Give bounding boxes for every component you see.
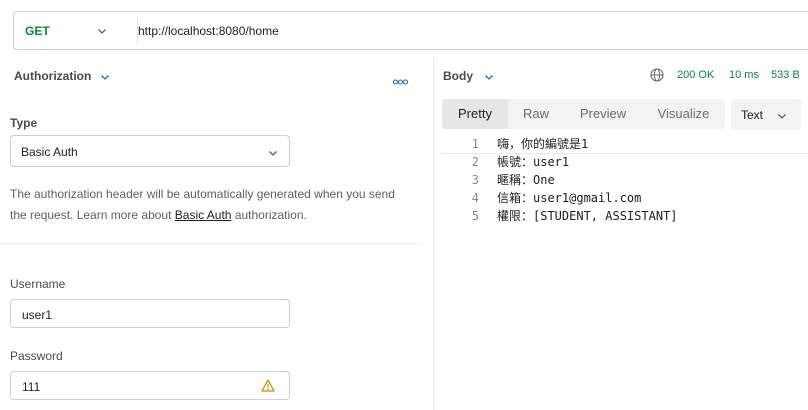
tab-preview[interactable]: Preview: [564, 99, 642, 129]
line-number: 5: [471, 209, 479, 223]
url-input[interactable]: http://localhost:8080/home: [138, 24, 279, 38]
auth-type-select[interactable]: Basic Auth: [10, 135, 290, 167]
response-body-tab[interactable]: Body: [443, 69, 473, 83]
url-bar: GET http://localhost:8080/home: [13, 11, 808, 50]
warning-icon[interactable]: [261, 379, 275, 397]
basic-auth-link[interactable]: Basic Auth: [175, 208, 232, 222]
auth-type-value: Basic Auth: [21, 145, 78, 159]
code-line: 3 暱稱：One: [442, 171, 808, 189]
line-text: 信箱：user1@gmail.com: [497, 191, 642, 205]
line-text: 權限：[STUDENT, ASSISTANT]: [497, 209, 678, 223]
globe-icon[interactable]: [650, 68, 664, 87]
response-format-select[interactable]: Text: [731, 99, 801, 130]
chevron-down-icon[interactable]: [267, 146, 279, 164]
code-line: 2 帳號：user1: [442, 153, 808, 171]
username-label: Username: [10, 277, 66, 291]
line-number: 4: [471, 191, 479, 205]
http-method-select[interactable]: GET: [25, 24, 50, 38]
chevron-down-icon[interactable]: [96, 24, 108, 42]
response-size[interactable]: 533 B: [771, 69, 800, 81]
line-text: 帳號：user1: [497, 155, 570, 169]
line-text: 嗨，你的編號是1: [497, 137, 589, 151]
section-divider: [0, 243, 421, 244]
help-text-end: authorization.: [231, 208, 307, 222]
tab-pretty[interactable]: Pretty: [442, 99, 508, 129]
response-time[interactable]: 10 ms: [729, 69, 759, 81]
format-value: Text: [741, 108, 764, 122]
line-number: 3: [471, 173, 479, 187]
chevron-down-icon[interactable]: [483, 70, 495, 88]
code-line: 4 信箱：user1@gmail.com: [442, 189, 808, 207]
line-number: 1: [471, 137, 479, 151]
auth-help-text: The authorization header will be automat…: [10, 184, 410, 226]
tab-visualize[interactable]: Visualize: [642, 99, 725, 129]
code-line: 5 權限：[STUDENT, ASSISTANT]: [442, 207, 808, 225]
chevron-down-icon[interactable]: [99, 70, 111, 88]
password-label: Password: [10, 349, 63, 363]
authorization-tab[interactable]: Authorization: [14, 69, 91, 83]
chevron-down-icon[interactable]: [776, 109, 788, 127]
pane-divider[interactable]: [433, 58, 434, 410]
code-line: 1 嗨，你的編號是1: [442, 135, 808, 154]
password-field[interactable]: 111: [10, 371, 290, 400]
username-field[interactable]: user1: [10, 299, 290, 328]
line-text: 暱稱：One: [497, 173, 555, 187]
password-value: 111: [22, 380, 41, 394]
auth-type-label: Type: [10, 116, 38, 130]
tab-raw[interactable]: Raw: [508, 99, 564, 129]
response-view-tabs: Pretty Raw Preview Visualize: [442, 99, 725, 129]
username-value: user1: [22, 308, 53, 322]
line-number: 2: [471, 155, 479, 169]
more-options-icon[interactable]: [392, 72, 409, 90]
response-status[interactable]: 200 OK: [677, 69, 714, 81]
